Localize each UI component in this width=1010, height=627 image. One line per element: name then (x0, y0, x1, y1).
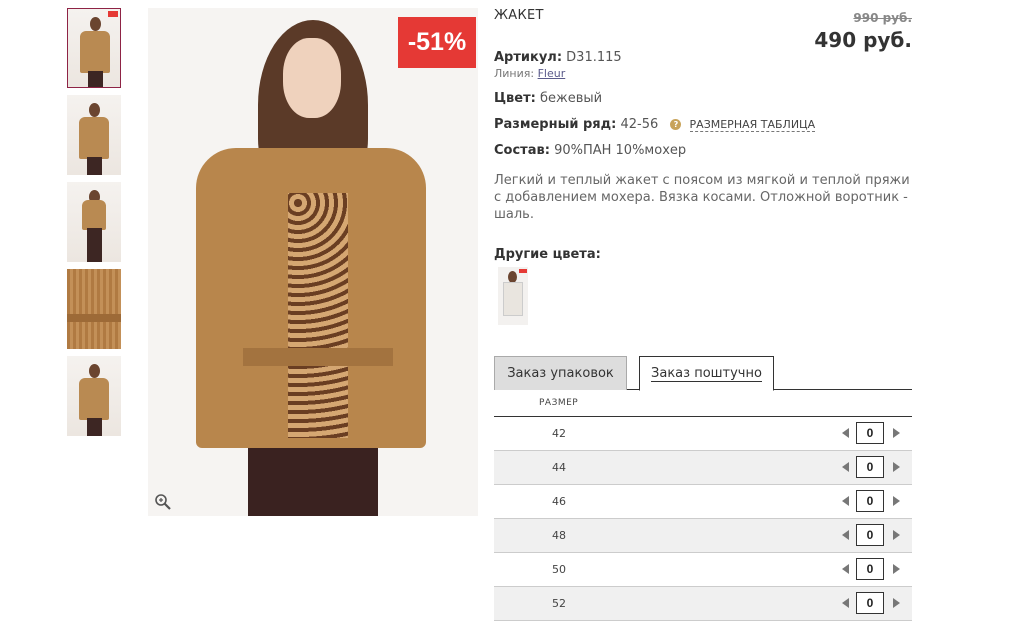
thumbnail-list (67, 8, 121, 443)
line-link[interactable]: Fleur (538, 67, 566, 80)
size-range-value: 42-56 (620, 117, 659, 132)
main-product-image[interactable] (148, 8, 478, 516)
arrow-left-icon[interactable] (842, 530, 849, 540)
product-description: Легкий и теплый жакет с поясом из мягкой… (494, 173, 910, 222)
composition-value: 90%ПАН 10%мохер (554, 143, 687, 158)
quantity-stepper (842, 592, 900, 614)
thumbnail-jacket (82, 200, 106, 230)
quantity-stepper (842, 558, 900, 580)
discount-badge: -51% (398, 17, 476, 68)
arrow-left-icon[interactable] (842, 496, 849, 506)
thumbnail-head (90, 17, 101, 31)
thumbnail-jacket (80, 31, 110, 73)
size-column-header: РАЗМЕР (539, 398, 579, 408)
thumbnail-1[interactable] (67, 8, 121, 88)
thumbnail-5[interactable] (67, 356, 121, 436)
arrow-left-icon[interactable] (842, 598, 849, 608)
table-row: 52 (494, 587, 912, 621)
size-value: 46 (552, 495, 566, 508)
arrow-left-icon[interactable] (842, 428, 849, 438)
arrow-right-icon[interactable] (893, 598, 900, 608)
thumbnail-discount-badge (108, 11, 118, 17)
quantity-input[interactable] (856, 422, 884, 444)
order-tabs: Заказ упаковок Заказ поштучно (494, 356, 912, 391)
size-value: 48 (552, 529, 566, 542)
thumbnail-legs (88, 71, 103, 87)
thumbnail-jacket (79, 378, 109, 420)
quantity-input[interactable] (856, 524, 884, 546)
other-colors-label: Другие цвета: (494, 247, 601, 262)
composition-row: Состав: 90%ПАН 10%мохер (494, 143, 686, 158)
size-table-link[interactable]: РАЗМЕРНАЯ ТАБЛИЦА (689, 118, 816, 132)
size-value: 50 (552, 563, 566, 576)
quantity-input[interactable] (856, 490, 884, 512)
model-face (283, 38, 341, 118)
thumbnail-legs (87, 418, 102, 436)
old-price: 990 руб. (853, 11, 912, 25)
product-title: ЖАКЕТ (494, 8, 544, 23)
arrow-right-icon[interactable] (893, 428, 900, 438)
article-value: D31.115 (566, 50, 622, 65)
other-color-thumbnail[interactable] (498, 267, 528, 325)
table-row: 44 (494, 451, 912, 485)
line-label: Линия: (494, 67, 535, 80)
model-blouse (288, 193, 348, 438)
help-icon[interactable]: ? (670, 119, 682, 130)
thumbnail-head (89, 364, 100, 378)
thumbnail-belt (67, 314, 121, 322)
thumbnail-jacket (79, 117, 109, 159)
size-value: 52 (552, 597, 566, 610)
size-value: 42 (552, 427, 566, 440)
table-row: 42 (494, 417, 912, 451)
size-range-label: Размерный ряд: (494, 117, 617, 132)
size-table-header: РАЗМЕР (494, 390, 912, 417)
arrow-right-icon[interactable] (893, 462, 900, 472)
tab-order-pieces[interactable]: Заказ поштучно (639, 356, 774, 391)
thumbnail-legs (87, 228, 102, 262)
arrow-left-icon[interactable] (842, 462, 849, 472)
article-row: Артикул: D31.115 (494, 50, 622, 65)
arrow-right-icon[interactable] (893, 530, 900, 540)
product-info: ЖАКЕТ 990 руб. 490 руб. Артикул: D31.115… (494, 8, 912, 325)
tab-order-packs[interactable]: Заказ упаковок (494, 356, 627, 390)
model-pants (248, 448, 378, 516)
composition-label: Состав: (494, 143, 550, 158)
price: 490 руб. (814, 28, 912, 52)
quantity-stepper (842, 422, 900, 444)
color-thumb-badge (519, 269, 527, 273)
thumbnail-legs (87, 157, 102, 175)
tab-label: Заказ поштучно (651, 365, 762, 382)
article-label: Артикул: (494, 50, 563, 65)
quantity-input[interactable] (856, 558, 884, 580)
thumbnail-head (89, 103, 100, 117)
thumbnail-knit-texture (67, 269, 121, 349)
model-belt (243, 348, 393, 366)
thumbnail-3[interactable] (67, 182, 121, 262)
table-row: 46 (494, 485, 912, 519)
quantity-stepper (842, 490, 900, 512)
arrow-right-icon[interactable] (893, 564, 900, 574)
table-row: 48 (494, 519, 912, 553)
size-value: 44 (552, 461, 566, 474)
arrow-right-icon[interactable] (893, 496, 900, 506)
quantity-stepper (842, 456, 900, 478)
table-row: 50 (494, 553, 912, 587)
color-thumb-jacket (503, 282, 523, 316)
zoom-icon[interactable] (154, 493, 172, 511)
quantity-input[interactable] (856, 592, 884, 614)
size-range-row: Размерный ряд: 42-56 ? РАЗМЕРНАЯ ТАБЛИЦА (494, 117, 816, 132)
quantity-stepper (842, 524, 900, 546)
color-value: бежевый (539, 91, 603, 106)
tab-label: Заказ упаковок (507, 366, 614, 381)
color-label: Цвет: (494, 91, 536, 106)
thumbnail-2[interactable] (67, 95, 121, 175)
arrow-left-icon[interactable] (842, 564, 849, 574)
thumbnail-4[interactable] (67, 269, 121, 349)
quantity-input[interactable] (856, 456, 884, 478)
color-row: Цвет: бежевый (494, 91, 602, 106)
line-row: Линия: Fleur (494, 67, 565, 80)
